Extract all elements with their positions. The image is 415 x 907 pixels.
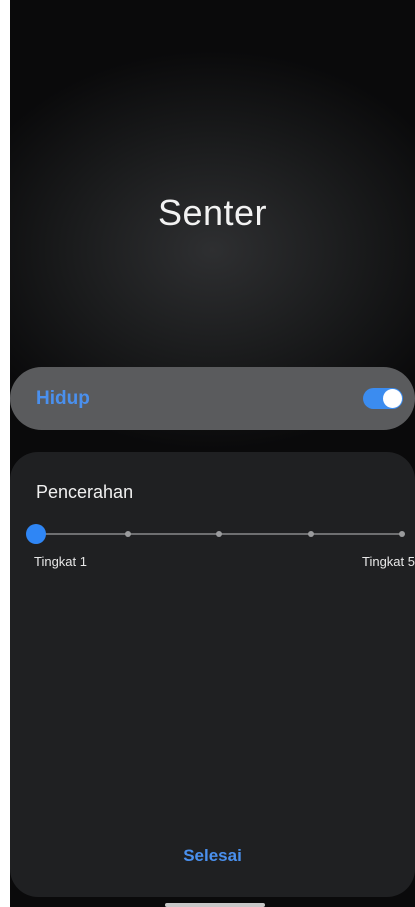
toggle-label: Hidup	[36, 388, 90, 409]
flashlight-switch[interactable]	[363, 388, 403, 409]
brightness-panel: Pencerahan Tingkat 1 Tingkat 5 Selesai	[10, 452, 415, 897]
slider-step-dot	[399, 531, 405, 537]
slider-thumb[interactable]	[26, 524, 46, 544]
flashlight-screen: Senter Hidup Pencerahan Tingkat 1 Tingka…	[10, 0, 415, 907]
max-level-label: Tingkat 5	[362, 554, 415, 569]
switch-knob	[383, 389, 402, 408]
min-level-label: Tingkat 1	[34, 554, 87, 569]
slider-step-dot	[307, 531, 314, 537]
slider-step-dot	[216, 531, 222, 537]
brightness-title: Pencerahan	[36, 482, 134, 502]
navigation-handle	[165, 903, 265, 907]
flashlight-toggle-row[interactable]: Hidup	[10, 367, 415, 430]
done-button[interactable]: Selesai	[10, 846, 415, 866]
brightness-slider[interactable]	[26, 522, 405, 546]
slider-step-dot	[124, 531, 131, 537]
page-title: Senter	[157, 192, 268, 233]
